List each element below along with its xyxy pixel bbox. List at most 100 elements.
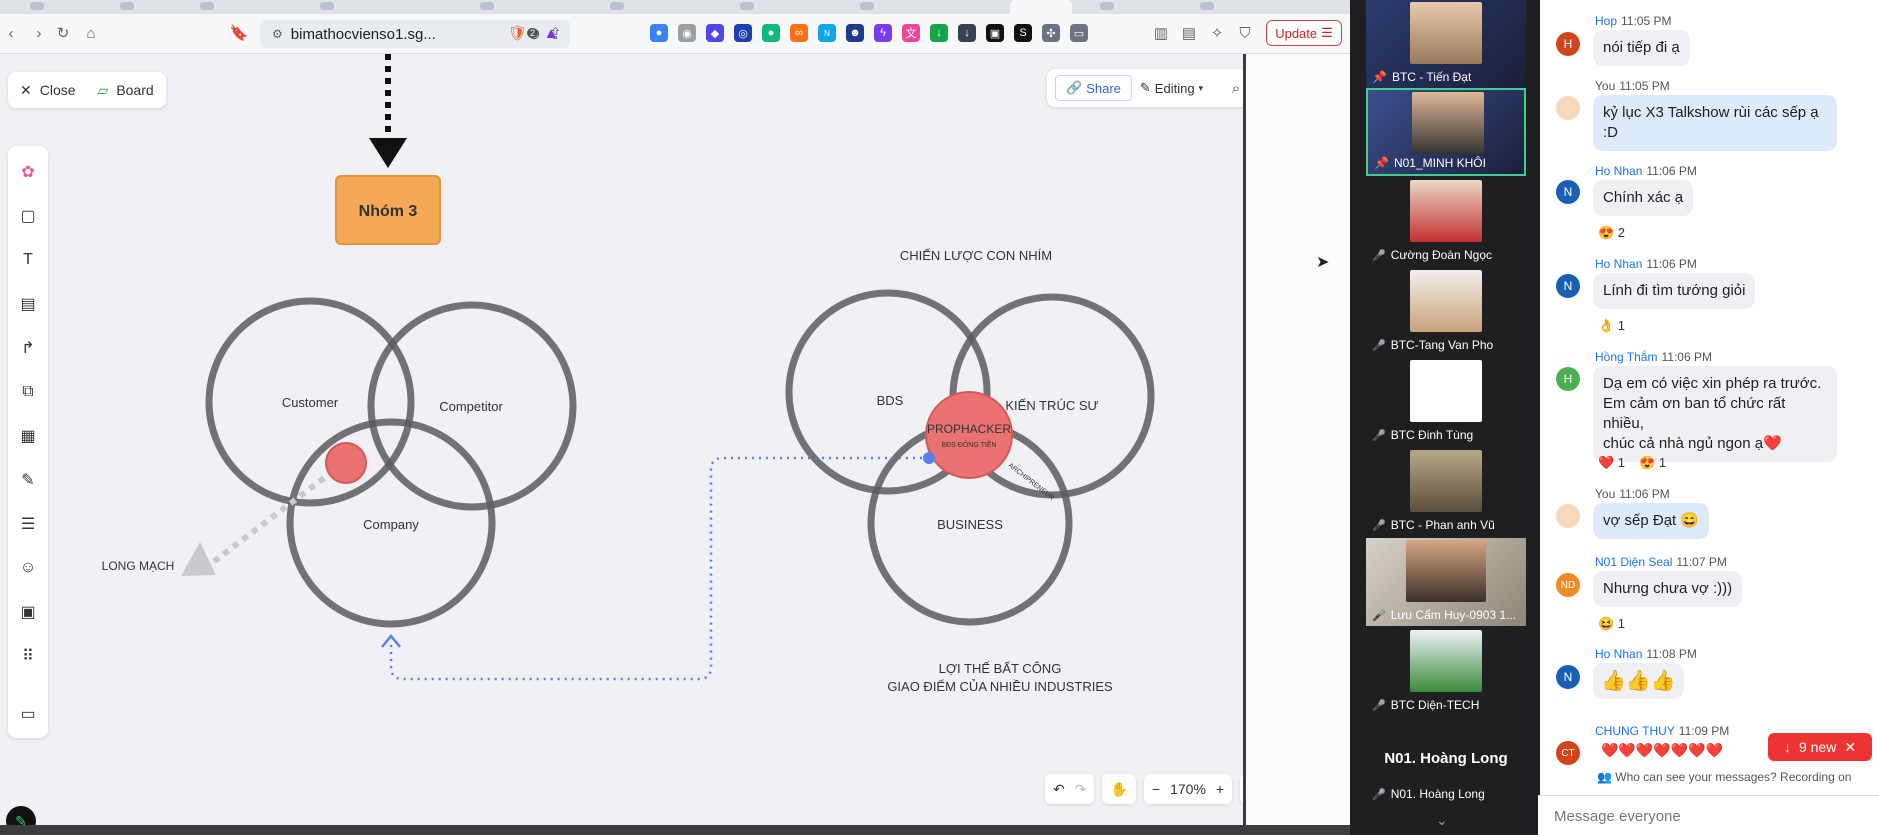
whiteboard-canvas[interactable]: Nhóm 3 Customer Competitor Company LONG …: [0, 54, 1243, 825]
camera-icon[interactable]: ◉: [678, 24, 696, 42]
zoom-out-icon[interactable]: −: [1152, 781, 1160, 797]
reaction[interactable]: 👌 1: [1598, 318, 1625, 334]
bookmark-icon[interactable]: 🔖: [228, 22, 250, 44]
reactions: ❤️ 1 😍 1: [1598, 455, 1666, 471]
message-bubble[interactable]: vợ sếp Đạt 😄: [1593, 503, 1710, 539]
mic-off-icon: 🎤: [1372, 788, 1386, 801]
editing-dropdown[interactable]: ✎ Editing ▾: [1140, 80, 1203, 96]
site-settings-icon[interactable]: ⚙: [272, 27, 283, 41]
extension-icon[interactable]: S: [1014, 24, 1032, 42]
message-bubble[interactable]: kỷ lục X3 Talkshow rùi các sếp ạ :D: [1593, 95, 1837, 151]
extension-icon[interactable]: ▣: [986, 24, 1004, 42]
connector-tool-icon[interactable]: ↱: [16, 336, 40, 360]
tab[interactable]: [480, 2, 494, 10]
image-tool-icon[interactable]: ▣: [16, 600, 40, 624]
sticky-note-icon[interactable]: ▤: [16, 292, 40, 316]
board-button[interactable]: ▱ Board: [98, 82, 154, 99]
emoji-tool-icon[interactable]: ☺: [16, 556, 40, 580]
history-controls: ↶ ↷: [1045, 774, 1095, 804]
message-input[interactable]: Message everyone: [1538, 795, 1879, 835]
reaction[interactable]: 😆 1: [1598, 616, 1625, 632]
message-bubble[interactable]: 👍👍👍: [1593, 663, 1684, 699]
message-bubble[interactable]: Dạ em có việc xin phép ra trước. Em cảm …: [1593, 366, 1837, 462]
extension-icon[interactable]: ●: [650, 24, 668, 42]
wallet-icon[interactable]: ▤: [1178, 22, 1200, 44]
undo-icon[interactable]: ↶: [1053, 781, 1065, 798]
puzzle-icon[interactable]: ✣: [1042, 24, 1060, 42]
tab[interactable]: [30, 2, 44, 10]
ai-tool-icon[interactable]: ✿: [16, 160, 40, 184]
video-tile[interactable]: 🎤 Cường Đoàn Ngọc: [1366, 178, 1526, 266]
frame-tool-icon[interactable]: ⧉: [16, 380, 40, 404]
message-bubble[interactable]: Nhưng chưa vợ :))): [1593, 571, 1743, 607]
link-icon[interactable]: ∞: [790, 24, 808, 42]
reaction[interactable]: 😍 1: [1639, 455, 1666, 471]
message-bubble[interactable]: nói tiếp đi ạ: [1593, 30, 1690, 66]
search-icon[interactable]: ⌕: [1225, 77, 1243, 99]
extension-icon[interactable]: ☻: [846, 24, 864, 42]
reaction[interactable]: 😍 2: [1598, 225, 1625, 241]
forward-icon[interactable]: ›: [28, 22, 50, 44]
back-icon[interactable]: ‹: [0, 22, 22, 44]
brave-shield-icon[interactable]: 🛡 2: [508, 22, 539, 44]
sweet-spot-dot[interactable]: [325, 442, 367, 484]
download-icon[interactable]: ↓: [930, 24, 948, 42]
tab[interactable]: [200, 2, 214, 10]
close-icon[interactable]: ✕: [1844, 739, 1856, 756]
vpn-icon[interactable]: ⛉: [1234, 22, 1256, 44]
participant-video: [1412, 92, 1484, 154]
comment-tool-icon[interactable]: ▭: [16, 702, 40, 726]
mindmap-tool-icon[interactable]: ☰: [16, 512, 40, 536]
active-tab[interactable]: [1010, 0, 1072, 14]
update-button[interactable]: Update ☰: [1266, 20, 1342, 46]
screenshot-icon[interactable]: ▭: [1070, 24, 1088, 42]
message-bubble[interactable]: ❤️❤️❤️❤️❤️❤️❤️: [1593, 742, 1731, 758]
new-extension-icon[interactable]: N: [818, 24, 836, 42]
rewards-icon[interactable]: ▲: [540, 22, 562, 44]
translate-icon[interactable]: 文: [902, 24, 920, 42]
video-tile[interactable]: 🎤 BTC Đinh Tùng: [1366, 358, 1526, 446]
tab[interactable]: [320, 2, 334, 10]
message-bubble[interactable]: Chính xác ạ: [1593, 180, 1694, 216]
apps-tool-icon[interactable]: ⠿: [16, 644, 40, 668]
video-tile[interactable]: 🎤 Lưu Cẩm Huy-0903 1...: [1366, 538, 1526, 626]
tab[interactable]: [740, 2, 754, 10]
tab[interactable]: [860, 2, 874, 10]
extension-icon[interactable]: ◎: [734, 24, 752, 42]
reload-icon[interactable]: ↻: [52, 22, 74, 44]
privacy-notice[interactable]: 👥 Who can see your messages? Recording o…: [1597, 770, 1851, 784]
tab[interactable]: [1200, 2, 1214, 10]
close-button[interactable]: ✕ Close: [20, 82, 76, 99]
tab[interactable]: [1100, 2, 1114, 10]
video-tile[interactable]: 🎤 BTC Diện-TECH: [1366, 628, 1526, 716]
extension-icon[interactable]: ◆: [706, 24, 724, 42]
zoom-level[interactable]: 170%: [1170, 781, 1206, 797]
bolt-icon[interactable]: ϟ: [874, 24, 892, 42]
table-tool-icon[interactable]: ▦: [16, 424, 40, 448]
shape-tool-icon[interactable]: ▢: [16, 204, 40, 228]
zoom-in-icon[interactable]: +: [1216, 781, 1224, 797]
video-tile-active-speaker[interactable]: 📌 N01_MINH KHÔI: [1366, 88, 1526, 176]
text-tool-icon[interactable]: T: [16, 248, 40, 272]
video-tile[interactable]: 🎤 BTC - Phan anh Vũ: [1366, 448, 1526, 536]
new-messages-button[interactable]: ↓ 9 new ✕: [1768, 733, 1872, 761]
share-button[interactable]: 🔗 Share: [1055, 75, 1132, 101]
redo-icon[interactable]: ↷: [1075, 781, 1087, 798]
chevron-down-icon[interactable]: ⌄: [1436, 812, 1448, 829]
download-icon[interactable]: ↓: [958, 24, 976, 42]
sidebar-icon[interactable]: ▥: [1150, 22, 1172, 44]
tab[interactable]: [610, 2, 624, 10]
hand-tool[interactable]: ✋: [1102, 774, 1136, 804]
extension-icon[interactable]: ●: [762, 24, 780, 42]
ai-icon[interactable]: ✧: [1206, 22, 1228, 44]
home-icon[interactable]: ⌂: [80, 22, 102, 44]
video-strip[interactable]: 📌 BTC - Tiến Đạt 📌 N01_MINH KHÔI 🎤 Cường Đo…: [1350, 0, 1530, 835]
video-tile[interactable]: 📌 BTC - Tiến Đạt: [1366, 0, 1526, 88]
connector-handle[interactable]: [923, 452, 935, 464]
video-tile[interactable]: 🎤 BTC-Tang Van Pho: [1366, 268, 1526, 356]
pen-tool-icon[interactable]: ✎: [16, 468, 40, 492]
tab-strip[interactable]: [0, 0, 1350, 14]
tab[interactable]: [120, 2, 134, 10]
message-bubble[interactable]: Lính đi tìm tướng giỏi: [1593, 273, 1756, 309]
reaction[interactable]: ❤️ 1: [1598, 455, 1625, 471]
